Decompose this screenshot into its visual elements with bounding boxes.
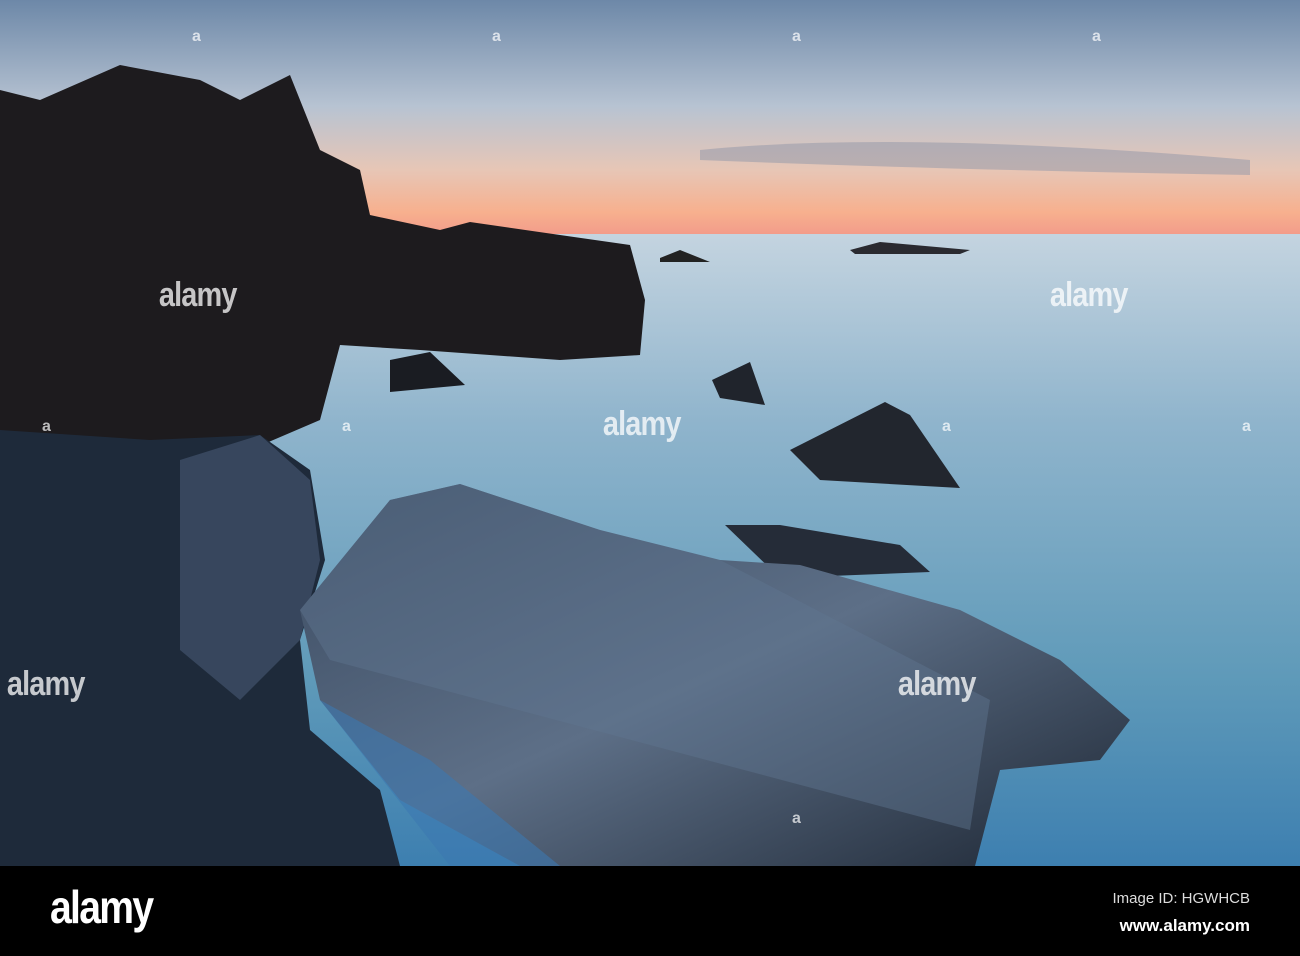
alamy-logo: alamy [50, 881, 154, 933]
stock-photo: alamy alamy alamy alamy alamy a a a a a … [0, 0, 1300, 956]
footer-bar: alamy Image ID: HGWHCB www.alamy.com [0, 866, 1300, 956]
watermark-small: a [492, 28, 501, 45]
watermark-small: a [942, 418, 951, 435]
watermark-small: a [1242, 418, 1251, 435]
watermark-small: a [342, 418, 351, 435]
watermark: alamy [6, 665, 86, 703]
watermark: alamy [897, 665, 977, 703]
watermark: alamy [158, 276, 238, 314]
watermark: alamy [602, 405, 682, 443]
watermark-small: a [1092, 28, 1101, 45]
watermark: alamy [1049, 276, 1129, 314]
watermark-small: a [792, 810, 801, 827]
watermark-small: a [192, 28, 201, 45]
site-url: www.alamy.com [1119, 916, 1250, 935]
watermark-small: a [792, 28, 801, 45]
image-id: Image ID: HGWHCB [1112, 890, 1250, 907]
watermark-small: a [42, 418, 51, 435]
